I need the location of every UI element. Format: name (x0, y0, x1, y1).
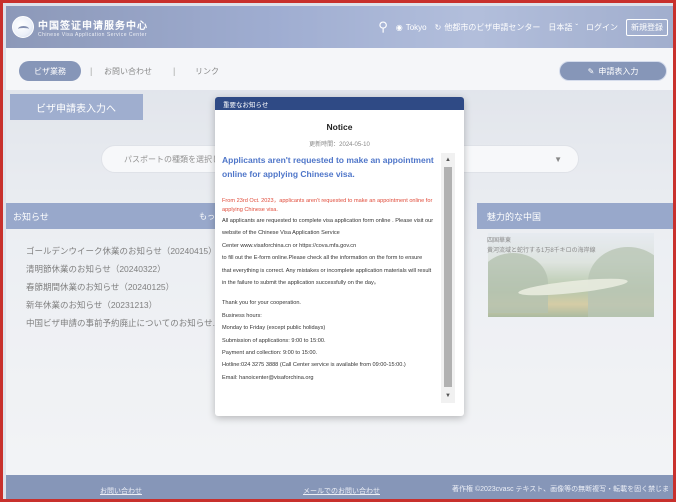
modal-header: 重要なお知らせ (215, 97, 464, 110)
scroll-down-icon[interactable]: ▼ (441, 391, 455, 401)
notice-alert-text: From 23rd Oct. 2023，applicants aren't re… (222, 198, 433, 213)
notice-line: All applicants are requested to complete… (222, 218, 434, 224)
notice-line: Business hours: (222, 312, 262, 319)
scroll-up-icon[interactable]: ▲ (441, 155, 455, 165)
notice-line: Thank you for your cooperation. (222, 300, 301, 307)
notice-line: Payment and collection: 9:00 to 15:00. (222, 350, 318, 357)
notice-line: Center www.visaforchina.cn or https://co… (222, 242, 357, 249)
modal-title: Notice (326, 122, 353, 132)
notice-line: Submission of applications: 9:00 to 15:0… (222, 337, 326, 344)
notice-heading: Applicants aren't requested to make an a… (222, 155, 434, 179)
modal-scrollbar[interactable]: ▲ ▼ (441, 153, 455, 403)
notice-line: in the failure to submit the application… (222, 280, 380, 287)
scroll-thumb[interactable] (444, 167, 452, 387)
notice-line: to fill out the E-form online.Please che… (222, 255, 423, 262)
notice-line: that everything is correct. Any mistakes… (222, 267, 432, 274)
notice-modal: 重要なお知らせ Notice 更新時間：2024-05-10 Applicant… (215, 97, 464, 416)
modal-date: 更新時間：2024-05-10 (309, 142, 370, 148)
notice-line: Monday to Friday (except public holidays… (222, 325, 326, 332)
notice-line: website of the Chinese Visa Application … (222, 230, 340, 237)
notice-email[interactable]: Email: hanoicenter@visaforchina.org (222, 372, 440, 384)
notice-line: Hotline:024 3275 3888 (Call Center servi… (222, 362, 406, 369)
browser-frame: 中国签证申请服务中心 Chinese Visa Application Serv… (0, 0, 676, 502)
modal-body[interactable]: Applicants aren't requested to make an a… (222, 153, 450, 403)
